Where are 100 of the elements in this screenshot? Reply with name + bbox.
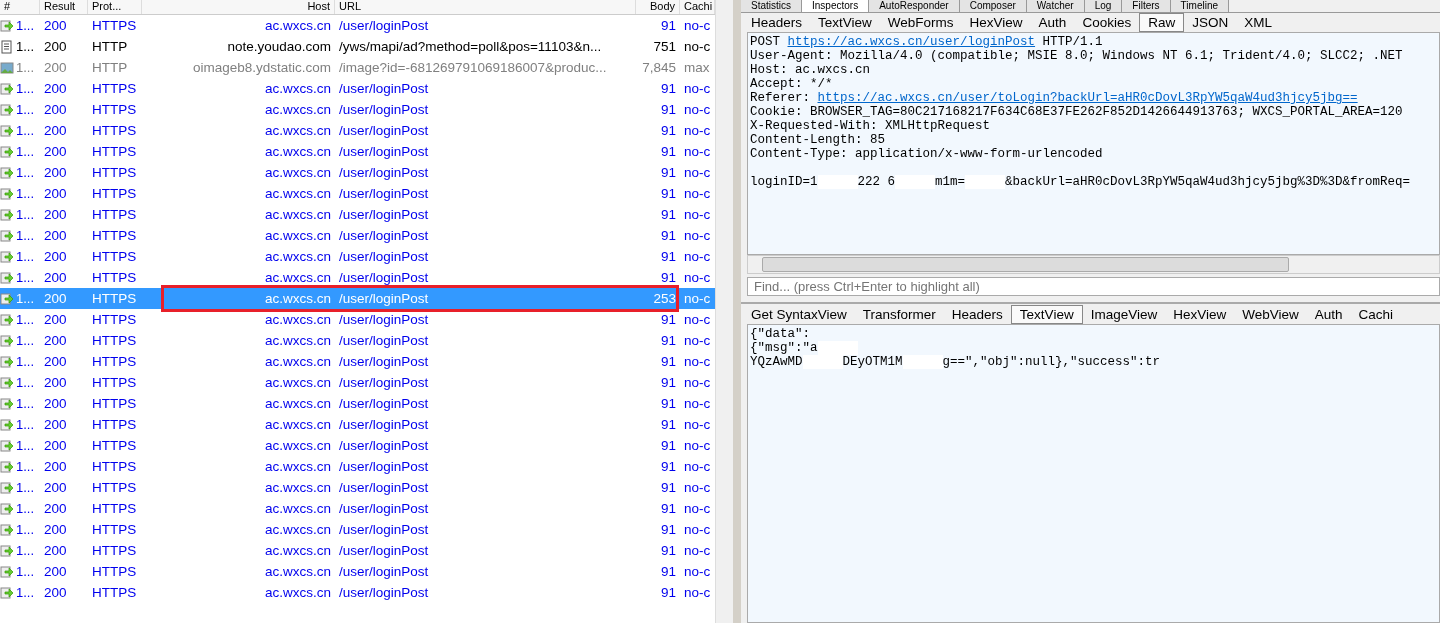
horizontal-scrollbar[interactable] (747, 255, 1440, 274)
table-cell-text: 91 (659, 564, 677, 579)
tab[interactable]: TextView (1010, 304, 1083, 324)
table-cell-text: /user/loginPost (338, 81, 430, 96)
table-cell-text: no-c (683, 165, 712, 180)
table-cell-text: no-c (683, 228, 712, 243)
tab[interactable]: HexView (961, 14, 1031, 31)
table-cell-text: ac.wxcs.cn (263, 543, 332, 558)
table-cell-text: /user/loginPost (338, 228, 430, 243)
table-cell-text: 200 (43, 522, 68, 537)
table-cell: 1... (16, 375, 35, 390)
table-cell-text: HTTPS (91, 291, 138, 306)
tab[interactable]: WebView (1234, 305, 1307, 323)
code-text: HTTP/1.1 (1041, 35, 1103, 50)
column-header[interactable]: Body (636, 0, 680, 14)
table-cell-text: 200 (43, 165, 68, 180)
vertical-scrollbar[interactable] (715, 0, 733, 623)
tab[interactable]: ImageView (1082, 305, 1166, 323)
tab[interactable]: Headers (943, 305, 1011, 323)
table-cell-text: 200 (43, 312, 68, 327)
tab[interactable]: Statistics (741, 0, 802, 12)
tab[interactable]: Log (1084, 0, 1123, 12)
code-text: DEyOTM1M (842, 354, 903, 369)
tab[interactable]: XML (1236, 14, 1280, 31)
code-text: {"data": (750, 326, 810, 341)
table-cell-text: ac.wxcs.cn (263, 270, 332, 285)
table-cell-text: 200 (43, 39, 68, 54)
table-cell-text: 200 (43, 417, 68, 432)
table-cell-text: 7,845 (641, 60, 677, 75)
table-cell-text: 91 (659, 249, 677, 264)
table-cell-text: /user/loginPost (338, 123, 430, 138)
code-text: Referer: (750, 91, 811, 106)
table-cell: 1... (16, 270, 35, 285)
tab[interactable]: Auth (1306, 305, 1351, 323)
tab[interactable]: Inspectors (802, 0, 870, 12)
column-header[interactable]: Host (142, 0, 335, 14)
tab[interactable]: HexView (1165, 305, 1235, 323)
table-cell: 1... (16, 480, 35, 495)
tab[interactable]: Transformer (854, 305, 944, 323)
arrow-document-icon (0, 144, 14, 159)
tab[interactable]: Cookies (1074, 14, 1140, 31)
table-cell-text: ac.wxcs.cn (263, 396, 332, 411)
url-link[interactable]: https://ac.wxcs.cn/user/toLogin?backUrl=aHR0cDovL3RpYW5qaW4ud3hjcy5jbg== (817, 91, 1358, 106)
table-cell-text: /user/loginPost (338, 249, 430, 264)
arrow-document-icon (0, 81, 14, 96)
code-text: Content-Type: application/x-www-form-urlencoded (750, 147, 1103, 162)
response-text-area[interactable]: {"data": {"msg":"a YQzAwMD DEyOTM1M g==","obj":null},"success":tr (747, 323, 1440, 623)
column-header[interactable]: URL (335, 0, 636, 14)
table-cell: 1... (16, 144, 35, 159)
tab[interactable]: Filters (1122, 0, 1171, 12)
table-cell-text: ac.wxcs.cn (263, 144, 332, 159)
table-cell-text: 91 (659, 501, 677, 516)
table-cell-text: HTTPS (91, 354, 138, 369)
table-cell-text: ac.wxcs.cn (263, 207, 332, 222)
code-text: User-Agent: Mozilla/4.0 (compatible; MSIE 8.0; Windows NT 6.1; Trident/4.0; SLCC2; .NET (750, 49, 1403, 64)
arrow-document-icon (0, 186, 14, 201)
tab[interactable]: Auth (1030, 14, 1075, 31)
tab[interactable]: JSON (1184, 14, 1237, 31)
tab[interactable]: AutoResponder (869, 0, 960, 12)
table-cell: 1... (16, 249, 35, 264)
table-cell: 1... (16, 438, 35, 453)
table-cell-text: /user/loginPost (338, 102, 430, 117)
column-header[interactable]: # (0, 0, 40, 14)
table-cell-text: HTTPS (91, 186, 138, 201)
table-cell-text: 751 (652, 39, 677, 54)
table-cell-text: 91 (659, 123, 677, 138)
table-cell: 1... (16, 165, 35, 180)
table-cell-text: HTTPS (91, 249, 138, 264)
table-cell-text: 200 (43, 123, 68, 138)
tab[interactable]: Composer (959, 0, 1027, 12)
column-header[interactable]: Prot... (88, 0, 142, 14)
tab[interactable]: Watcher (1026, 0, 1085, 12)
table-cell-text: 91 (659, 228, 677, 243)
tab[interactable]: Get SyntaxView (743, 305, 855, 323)
table-cell-text: 200 (43, 354, 68, 369)
tab[interactable]: TextView (810, 14, 880, 31)
table-cell: 1... (16, 102, 35, 117)
table-cell-text: HTTPS (91, 585, 138, 600)
arrow-document-icon (0, 480, 14, 495)
column-header[interactable]: Result (40, 0, 88, 14)
tab[interactable]: Raw (1139, 13, 1185, 32)
tab[interactable]: Timeline (1170, 0, 1229, 12)
tab[interactable]: Cachi (1350, 305, 1402, 323)
tab[interactable]: Headers (743, 14, 811, 31)
table-cell-text: 91 (659, 207, 677, 222)
table-cell-text: 91 (659, 333, 677, 348)
request-text-area[interactable] (747, 32, 1440, 256)
scrollbar-thumb[interactable] (762, 257, 1289, 273)
table-cell-text: no-c (683, 375, 712, 390)
find-field[interactable]: Find... (press Ctrl+Enter to highlight all) (747, 276, 1440, 297)
table-cell-text: 200 (43, 333, 68, 348)
table-cell-text: 91 (659, 186, 677, 201)
code-text: Accept: */* (750, 77, 833, 92)
table-cell-text: 253 (652, 291, 677, 306)
table-cell: 1... (16, 543, 35, 558)
table-cell-text: ac.wxcs.cn (263, 312, 332, 327)
arrow-document-icon (0, 585, 14, 600)
table-cell-text: 200 (43, 270, 68, 285)
url-link[interactable]: https://ac.wxcs.cn/user/loginPost (787, 35, 1036, 50)
tab[interactable]: WebForms (879, 14, 962, 31)
